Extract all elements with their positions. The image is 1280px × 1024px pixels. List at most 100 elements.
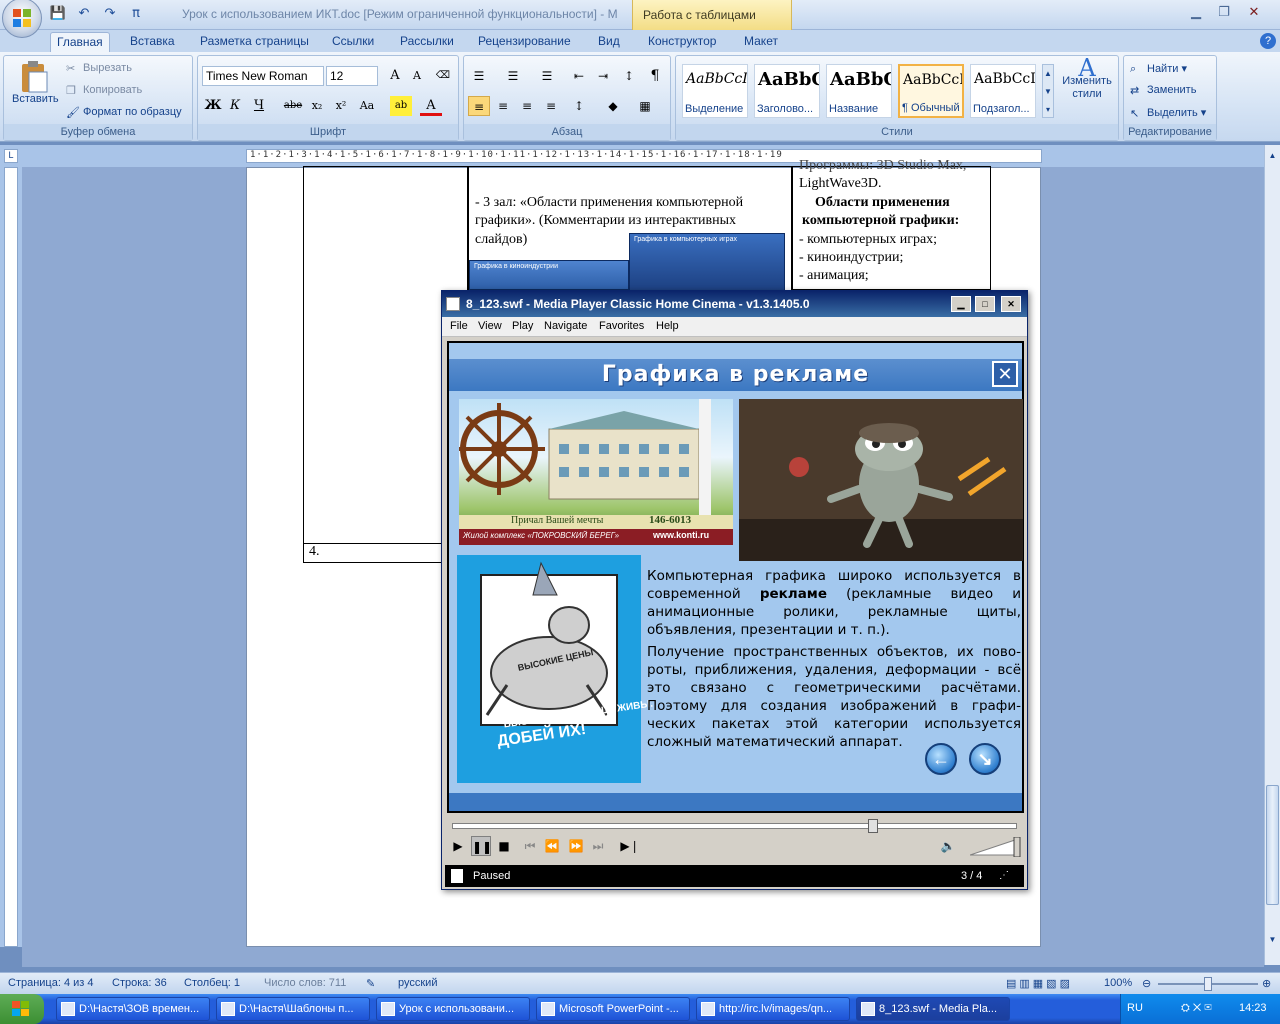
frame-step-icon[interactable]: ▶❘ [620,836,640,856]
video-screen[interactable]: Графика в рекламе ✕ Причал Вашей мечты 1… [447,341,1024,813]
page-indicator[interactable]: Страница: 4 из 4 [8,977,94,989]
stop-icon[interactable]: ■ [494,836,514,856]
word-count[interactable]: Число слов: 711 [264,977,346,989]
tab-selector-icon[interactable]: L [4,149,18,163]
clock[interactable]: 14:23 [1239,1002,1267,1014]
taskbar-item[interactable]: Microsoft PowerPoint -... [536,997,690,1021]
change-styles-button[interactable]: A Изменить стили [1058,56,1116,101]
align-left-icon[interactable]: ≡ [468,96,490,116]
style-subtitle[interactable]: AaBbCcI Подзагол... [970,64,1036,118]
tab-insert[interactable]: Вставка [124,32,181,52]
font-size-select[interactable]: 12 [326,66,378,86]
menu-view[interactable]: View [478,320,502,332]
column-indicator[interactable]: Столбец: 1 [184,977,240,989]
seek-bar[interactable] [452,819,1017,833]
tray-icons[interactable]: ⛭ ✕ ✉ [1181,1002,1212,1015]
tab-page-layout[interactable]: Разметка страницы [194,32,315,52]
decrease-indent-icon[interactable]: ⇤ [568,66,590,86]
view-buttons-icon[interactable]: ▤▥▦▧▨ [1006,977,1073,990]
tab-home[interactable]: Главная [50,32,110,52]
zoom-out-icon[interactable]: ⊖ [1142,977,1151,990]
taskbar-item[interactable]: http://irc.lv/images/qn... [696,997,850,1021]
line-indicator[interactable]: Строка: 36 [112,977,167,989]
volume-slider[interactable] [970,837,1022,857]
line-spacing-icon[interactable]: ↕ [568,96,590,116]
proofing-icon[interactable]: ✎ [366,977,375,990]
equation-icon[interactable]: π [126,5,146,23]
help-icon[interactable]: ? [1260,33,1276,49]
slide-close-icon[interactable]: ✕ [992,361,1018,387]
taskbar-item[interactable]: 8_123.swf - Media Pla... [856,997,1010,1021]
numbering-icon[interactable]: ☰ [502,66,524,86]
cut-button[interactable]: ✂ Вырезать [66,62,132,75]
font-family-select[interactable]: Times New Roman [202,66,324,86]
tab-review[interactable]: Рецензирование [472,32,577,52]
highlight-icon[interactable]: ab [390,96,412,116]
increase-indent-icon[interactable]: ⇥ [592,66,614,86]
fast-forward-icon[interactable]: ⏩ [566,836,586,856]
bold-button[interactable]: Ж [202,96,224,116]
style-heading[interactable]: AaBbC Заголово... [754,64,820,118]
language-bar[interactable]: RU [1127,1002,1143,1014]
show-marks-icon[interactable]: ¶ [644,66,666,86]
player-minimize-icon[interactable]: ▁ [951,296,971,312]
align-right-icon[interactable]: ≡ [516,96,538,116]
scroll-down-icon[interactable]: ▼ [1266,935,1279,951]
sort-icon[interactable]: ↕ [618,66,640,86]
taskbar-item[interactable]: D:\Настя\Шаблоны п... [216,997,370,1021]
subscript-button[interactable]: x₂ [306,96,328,116]
menu-file[interactable]: File [450,320,468,332]
superscript-button[interactable]: x² [330,96,352,116]
menu-help[interactable]: Help [656,320,679,332]
skip-forward-icon[interactable]: ⏭ [588,836,608,856]
menu-navigate[interactable]: Navigate [544,320,587,332]
italic-button[interactable]: К [224,96,246,116]
bullets-icon[interactable]: ☰ [468,66,490,86]
align-center-icon[interactable]: ≡ [492,96,514,116]
media-player-window[interactable]: 8_123.swf - Media Player Classic Home Ci… [441,290,1028,890]
copy-button[interactable]: ❐ Копировать [66,84,142,97]
borders-icon[interactable]: ▦ [634,96,656,116]
styles-scroll-icon[interactable]: ▲ ▼ ▾ [1042,64,1054,118]
play-icon[interactable]: ▶ [448,836,468,856]
menu-favorites[interactable]: Favorites [599,320,644,332]
scroll-thumb[interactable] [1266,785,1279,905]
find-button[interactable]: ⌕ Найти ▾ [1130,62,1187,75]
zoom-thumb[interactable] [1204,977,1212,991]
multilevel-list-icon[interactable]: ☰ [536,66,558,86]
tab-view[interactable]: Вид [592,32,626,52]
horizontal-ruler[interactable]: L 1·1·2·1·3·1·4·1·5·1·6·1·7·1·8·1·9·1·10… [0,145,1280,167]
taskbar-item[interactable]: D:\Настя\ЗОВ времен... [56,997,210,1021]
taskbar-item[interactable]: Урок с использовани... [376,997,530,1021]
player-close-icon[interactable]: ✕ [1001,296,1021,312]
shading-icon[interactable]: ◆ [602,96,624,116]
paste-button[interactable]: Вставить [12,60,59,120]
tab-mailings[interactable]: Рассылки [394,32,460,52]
close-icon[interactable]: ✕ [1242,4,1266,22]
style-title[interactable]: AaBbC Название [826,64,892,118]
prev-slide-button[interactable]: ← [925,743,957,775]
menu-play[interactable]: Play [512,320,533,332]
replace-button[interactable]: ⇄ Заменить [1130,84,1196,97]
next-slide-button[interactable]: ↘ [969,743,1001,775]
maximize-icon[interactable]: ❐ [1212,4,1236,22]
font-color-icon[interactable]: A [420,96,442,116]
justify-icon[interactable]: ≡ [540,96,562,116]
clear-formatting-icon[interactable]: ⌫ [432,66,454,86]
strikethrough-button[interactable]: abe [282,96,304,116]
pause-icon[interactable]: ❚❚ [471,836,492,856]
format-painter-button[interactable]: 🖌 Формат по образцу [66,106,182,119]
tab-layout[interactable]: Макет [738,32,784,52]
skip-back-icon[interactable]: ⏮ [520,836,540,856]
shrink-font-icon[interactable]: A [406,66,428,86]
vertical-scrollbar[interactable]: ▲ ▼ [1264,145,1280,965]
undo-icon[interactable]: ↶ [74,5,94,23]
start-button[interactable] [0,994,44,1024]
language-indicator[interactable]: русский [398,977,437,989]
select-button[interactable]: ↖ Выделить ▾ [1130,106,1206,120]
tab-references[interactable]: Ссылки [326,32,380,52]
zoom-in-icon[interactable]: ⊕ [1262,977,1271,990]
style-emphasis[interactable]: AaBbCcI Выделение [682,64,748,118]
rewind-icon[interactable]: ⏪ [542,836,562,856]
scroll-up-icon[interactable]: ▲ [1266,151,1279,167]
